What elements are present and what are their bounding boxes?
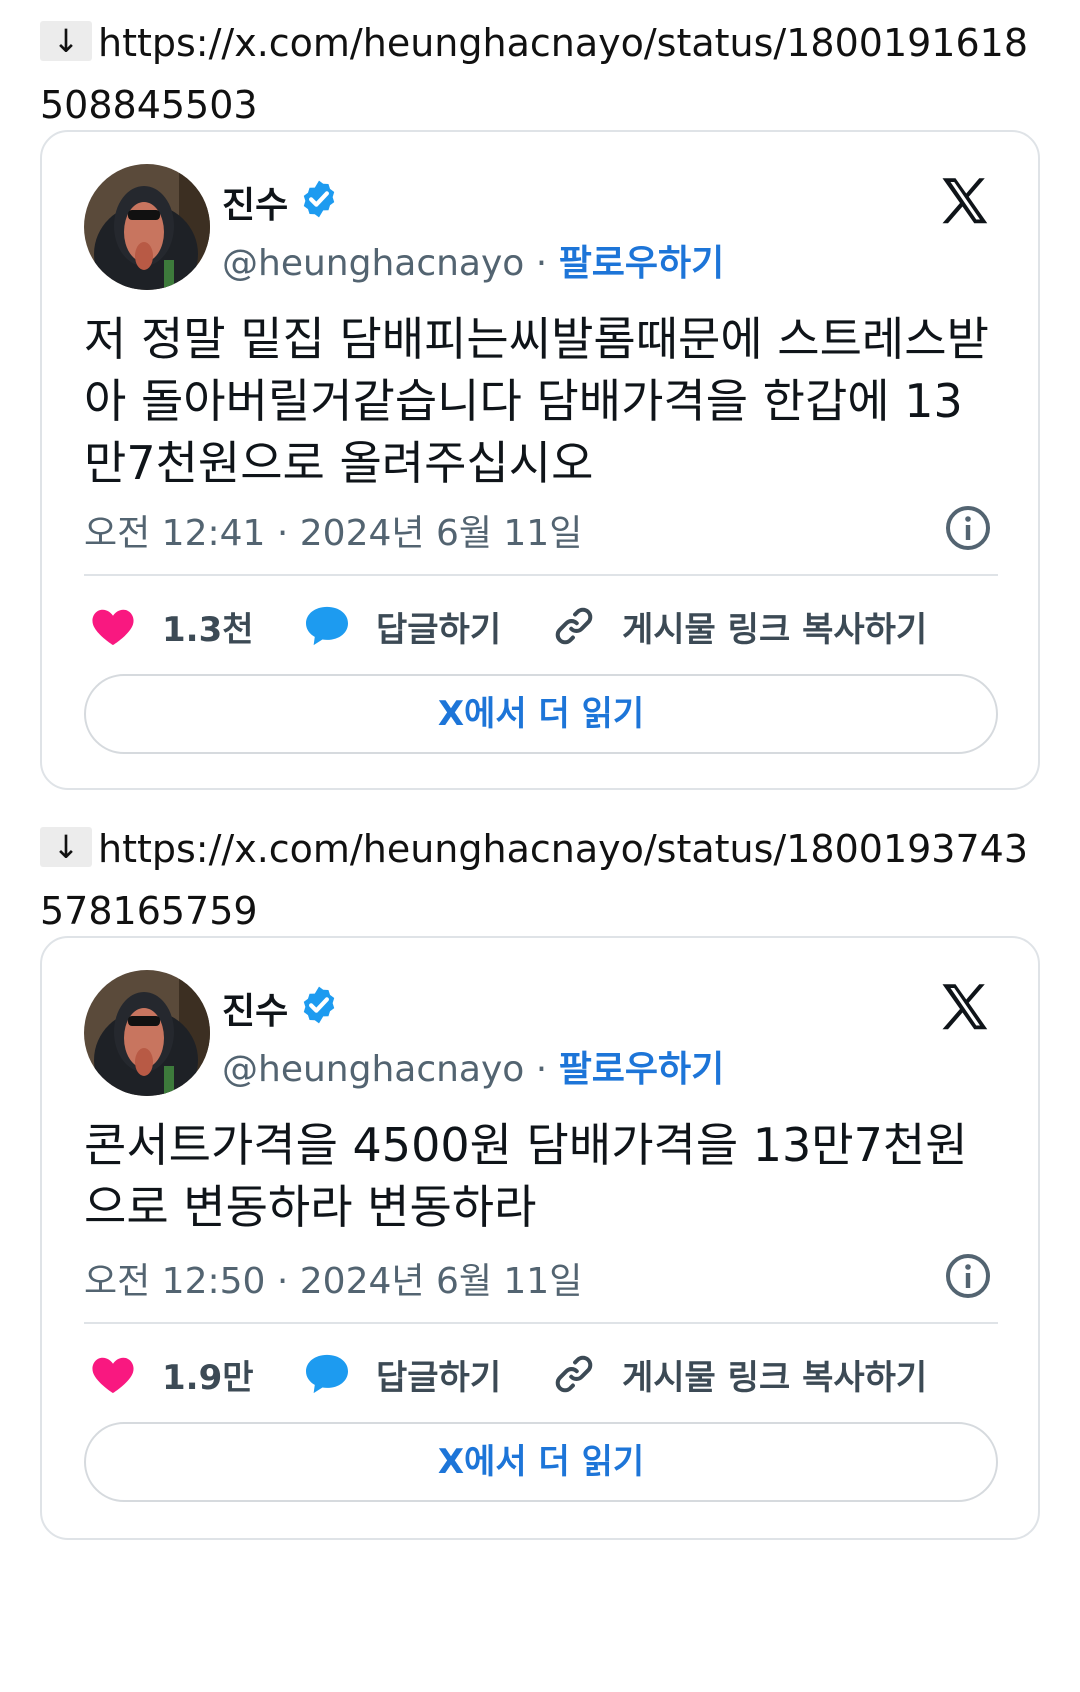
reply-button[interactable]: 답글하기 — [304, 596, 501, 656]
author-name[interactable]: 진수 — [222, 176, 288, 228]
like-count: 1.9만 — [162, 1357, 254, 1398]
like-count: 1.3천 — [162, 609, 254, 650]
reply-label: 답글하기 — [376, 1357, 502, 1398]
author-handle[interactable]: @heunghacnayo — [222, 1049, 524, 1090]
follow-button[interactable]: 팔로우하기 — [559, 243, 725, 284]
tweet-timestamp[interactable]: 오전 12:50 · 2024년 6월 11일 — [84, 1252, 582, 1304]
tweet-actions: 1.3천 답글하기 게시물 링크 복사하기 — [84, 596, 998, 656]
post-link-url[interactable]: https://x.com/heunghacnayo/status/180019… — [40, 21, 1028, 127]
avatar[interactable] — [84, 164, 210, 290]
x-logo-icon[interactable] — [934, 172, 996, 232]
author-handle[interactable]: @heunghacnayo — [222, 243, 524, 284]
down-arrow-icon: ↓ — [40, 21, 92, 61]
handle-row: @heunghacnayo · 팔로우하기 — [222, 234, 724, 286]
tweet-timestamp[interactable]: 오전 12:41 · 2024년 6월 11일 — [84, 504, 582, 556]
tweet-text: 저 정말 밑집 담배피는씨발롬때문에 스트레스받아 돌아버릴거같습니다 담배가격… — [84, 312, 989, 490]
x-logo-icon[interactable] — [934, 978, 996, 1038]
down-arrow-icon: ↓ — [40, 827, 92, 867]
read-more-button[interactable]: X에서 더 읽기 — [84, 674, 998, 754]
divider — [84, 574, 998, 576]
info-icon[interactable] — [944, 504, 992, 552]
like-button[interactable]: 1.3천 — [90, 596, 254, 656]
tweet-text: 콘서트가격을 4500원 담배가격을 13만7천원으로 변동하라 변동하라 — [84, 1118, 968, 1234]
separator-dot: · — [535, 1049, 548, 1090]
handle-row: @heunghacnayo · 팔로우하기 — [222, 1040, 724, 1092]
post-link-line[interactable]: ↓ https://x.com/heunghacnayo/status/18001… — [40, 818, 1040, 942]
heart-icon — [92, 1357, 134, 1394]
link-icon — [555, 607, 593, 645]
verified-badge-icon — [303, 986, 335, 1024]
post-link-url[interactable]: https://x.com/heunghacnayo/status/180019… — [40, 827, 1028, 933]
copy-link-button[interactable]: 게시물 링크 복사하기 — [552, 1344, 927, 1404]
copy-link-button[interactable]: 게시물 링크 복사하기 — [552, 596, 927, 656]
avatar[interactable] — [84, 970, 210, 1096]
verified-badge-icon — [303, 180, 335, 218]
separator-dot: · — [535, 243, 548, 284]
speech-bubble-icon — [306, 606, 348, 646]
reply-label: 답글하기 — [376, 609, 502, 650]
post-link-line[interactable]: ↓ https://x.com/heunghacnayo/status/18001… — [40, 12, 1040, 136]
reply-button[interactable]: 답글하기 — [304, 1344, 501, 1404]
divider — [84, 1322, 998, 1324]
copy-link-label: 게시물 링크 복사하기 — [622, 609, 928, 650]
embedded-tweet-card: 진수 @heunghacnayo · 팔로우하기 저 정말 밑집 담배피는씨발롬… — [40, 130, 1040, 790]
link-icon — [555, 1355, 593, 1393]
read-more-button[interactable]: X에서 더 읽기 — [84, 1422, 998, 1502]
embedded-tweet-card: 진수 @heunghacnayo · 팔로우하기 콘서트가격을 4500원 담배… — [40, 936, 1040, 1540]
author-name[interactable]: 진수 — [222, 982, 288, 1034]
like-button[interactable]: 1.9만 — [90, 1344, 254, 1404]
follow-button[interactable]: 팔로우하기 — [559, 1049, 725, 1090]
copy-link-label: 게시물 링크 복사하기 — [622, 1357, 928, 1398]
speech-bubble-icon — [306, 1354, 348, 1394]
tweet-actions: 1.9만 답글하기 게시물 링크 복사하기 — [84, 1344, 998, 1404]
info-icon[interactable] — [944, 1252, 992, 1300]
heart-icon — [92, 609, 134, 646]
